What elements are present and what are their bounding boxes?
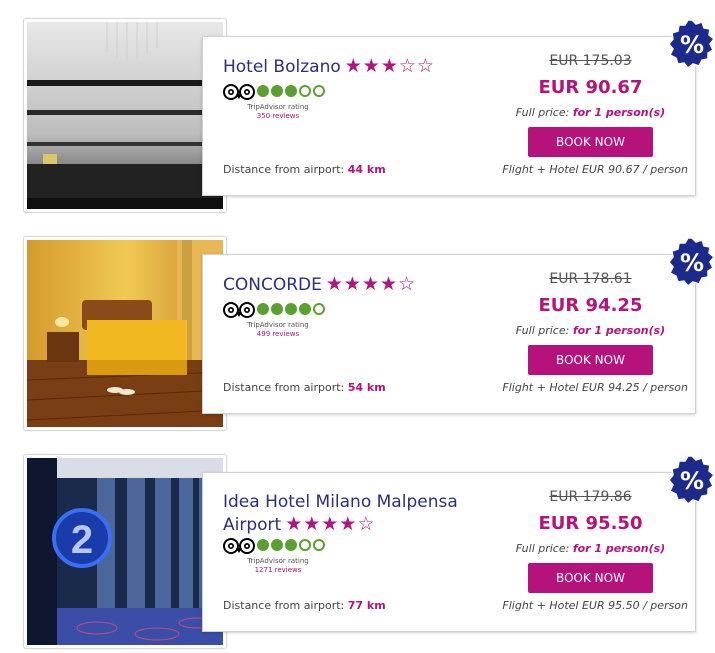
flight-hotel-price: Flight + Hotel EUR 90.67 / person: [502, 163, 688, 176]
distance-from-airport: Distance from airport: 44 km: [223, 163, 386, 176]
distance-label: Distance from airport:: [223, 599, 345, 612]
hotel-name[interactable]: Hotel Bolzano: [223, 57, 341, 77]
tripadvisor-owl-icon: [223, 84, 255, 100]
tripadvisor-rating[interactable]: TripAdvisor rating 1271 reviews: [223, 537, 333, 575]
rating-bubble: [257, 539, 269, 551]
discount-badge-icon: %: [668, 455, 715, 506]
svg-text:2: 2: [71, 518, 93, 562]
hotel-listing: 2 Idea Hotel Milano Malpensa Airport ★★★★…: [0, 454, 715, 653]
discounted-price: EUR 90.67: [538, 77, 643, 98]
rating-bubble: [285, 303, 297, 315]
tripadvisor-owl-icon: [223, 538, 255, 554]
discount-badge-icon: %: [668, 237, 715, 288]
distance-value: 54 km: [347, 381, 386, 394]
rating-bubble: [313, 85, 325, 97]
person-count: for 1 person(s): [572, 542, 666, 555]
hotel-card: Idea Hotel Milano Malpensa Airport ★★★★☆ …: [202, 472, 696, 632]
hotel-card: Hotel Bolzano ★★★☆☆ TripAdvisor rating 35…: [202, 36, 696, 196]
rating-bubble: [271, 303, 283, 315]
badge-percent: %: [680, 31, 704, 59]
book-now-button[interactable]: BOOK NOW: [528, 127, 653, 157]
original-price: EUR 179.86: [549, 489, 632, 505]
rating-bubble: [285, 85, 297, 97]
rating-bubbles: [257, 303, 325, 315]
badge-percent: %: [680, 467, 704, 495]
tripadvisor-label: TripAdvisor rating: [247, 321, 309, 329]
distance-value: 44 km: [347, 163, 386, 176]
tripadvisor-label: TripAdvisor rating: [247, 103, 309, 111]
flight-hotel-price: Flight + Hotel EUR 95.50 / person: [502, 599, 688, 612]
hotel-photo[interactable]: [23, 18, 227, 213]
tripadvisor-rating[interactable]: TripAdvisor rating 499 reviews: [223, 301, 333, 339]
star-rating: ★★★★☆: [285, 513, 376, 535]
rating-bubble: [285, 539, 297, 551]
rating-bubble: [271, 85, 283, 97]
full-price-note: Full price: for 1 person(s): [493, 324, 688, 337]
rating-bubble: [313, 303, 325, 315]
badge-percent: %: [680, 249, 704, 277]
discounted-price: EUR 95.50: [538, 513, 643, 534]
rating-bubble: [313, 539, 325, 551]
star-rating: ★★★★☆: [325, 273, 417, 295]
original-price: EUR 178.61: [549, 271, 632, 287]
discount-badge-icon: %: [668, 19, 715, 70]
flight-hotel-price: Flight + Hotel EUR 94.25 / person: [502, 381, 688, 394]
rating-bubble: [299, 85, 311, 97]
hotel-listing: Hotel Bolzano ★★★☆☆ TripAdvisor rating 35…: [0, 18, 715, 218]
full-price-note: Full price: for 1 person(s): [493, 542, 688, 555]
person-count: for 1 person(s): [572, 106, 666, 119]
hotel-name-block[interactable]: Hotel Bolzano ★★★☆☆: [223, 55, 493, 78]
full-price-label: Full price:: [515, 106, 570, 119]
book-now-button[interactable]: BOOK NOW: [528, 563, 653, 593]
distance-from-airport: Distance from airport: 77 km: [223, 599, 386, 612]
rating-bubble: [257, 303, 269, 315]
original-price: EUR 175.03: [549, 53, 632, 69]
distance-value: 77 km: [347, 599, 386, 612]
tripadvisor-label: TripAdvisor rating: [247, 557, 309, 565]
distance-label: Distance from airport:: [223, 381, 345, 394]
full-price-label: Full price:: [515, 324, 570, 337]
hotel-list: Hotel Bolzano ★★★☆☆ TripAdvisor rating 35…: [0, 0, 715, 653]
tripadvisor-owl-icon: [223, 302, 255, 318]
book-now-button[interactable]: BOOK NOW: [528, 345, 653, 375]
full-price-note: Full price: for 1 person(s): [493, 106, 688, 119]
hotel-photo[interactable]: [23, 236, 227, 431]
distance-from-airport: Distance from airport: 54 km: [223, 381, 386, 394]
hotel-name[interactable]: CONCORDE: [223, 275, 322, 295]
rating-bubble: [257, 85, 269, 97]
rating-bubble: [271, 539, 283, 551]
distance-label: Distance from airport:: [223, 163, 345, 176]
hotel-name-block[interactable]: CONCORDE ★★★★☆: [223, 273, 493, 296]
review-count[interactable]: 350 reviews: [243, 112, 313, 121]
hotel-card: CONCORDE ★★★★☆ TripAdvisor rating 499 rev…: [202, 254, 696, 414]
discounted-price: EUR 94.25: [538, 295, 643, 316]
review-count[interactable]: 1271 reviews: [243, 566, 313, 575]
person-count: for 1 person(s): [572, 324, 666, 337]
rating-bubbles: [257, 85, 325, 97]
star-rating: ★★★☆☆: [344, 55, 435, 77]
review-count[interactable]: 499 reviews: [243, 330, 313, 339]
rating-bubble: [299, 303, 311, 315]
rating-bubbles: [257, 539, 325, 551]
full-price-label: Full price:: [515, 542, 570, 555]
tripadvisor-rating[interactable]: TripAdvisor rating 350 reviews: [223, 83, 333, 121]
hotel-name-block[interactable]: Idea Hotel Milano Malpensa Airport ★★★★☆: [223, 491, 493, 536]
hotel-listing: CONCORDE ★★★★☆ TripAdvisor rating 499 rev…: [0, 236, 715, 436]
rating-bubble: [299, 539, 311, 551]
hotel-photo[interactable]: 2: [23, 454, 227, 649]
